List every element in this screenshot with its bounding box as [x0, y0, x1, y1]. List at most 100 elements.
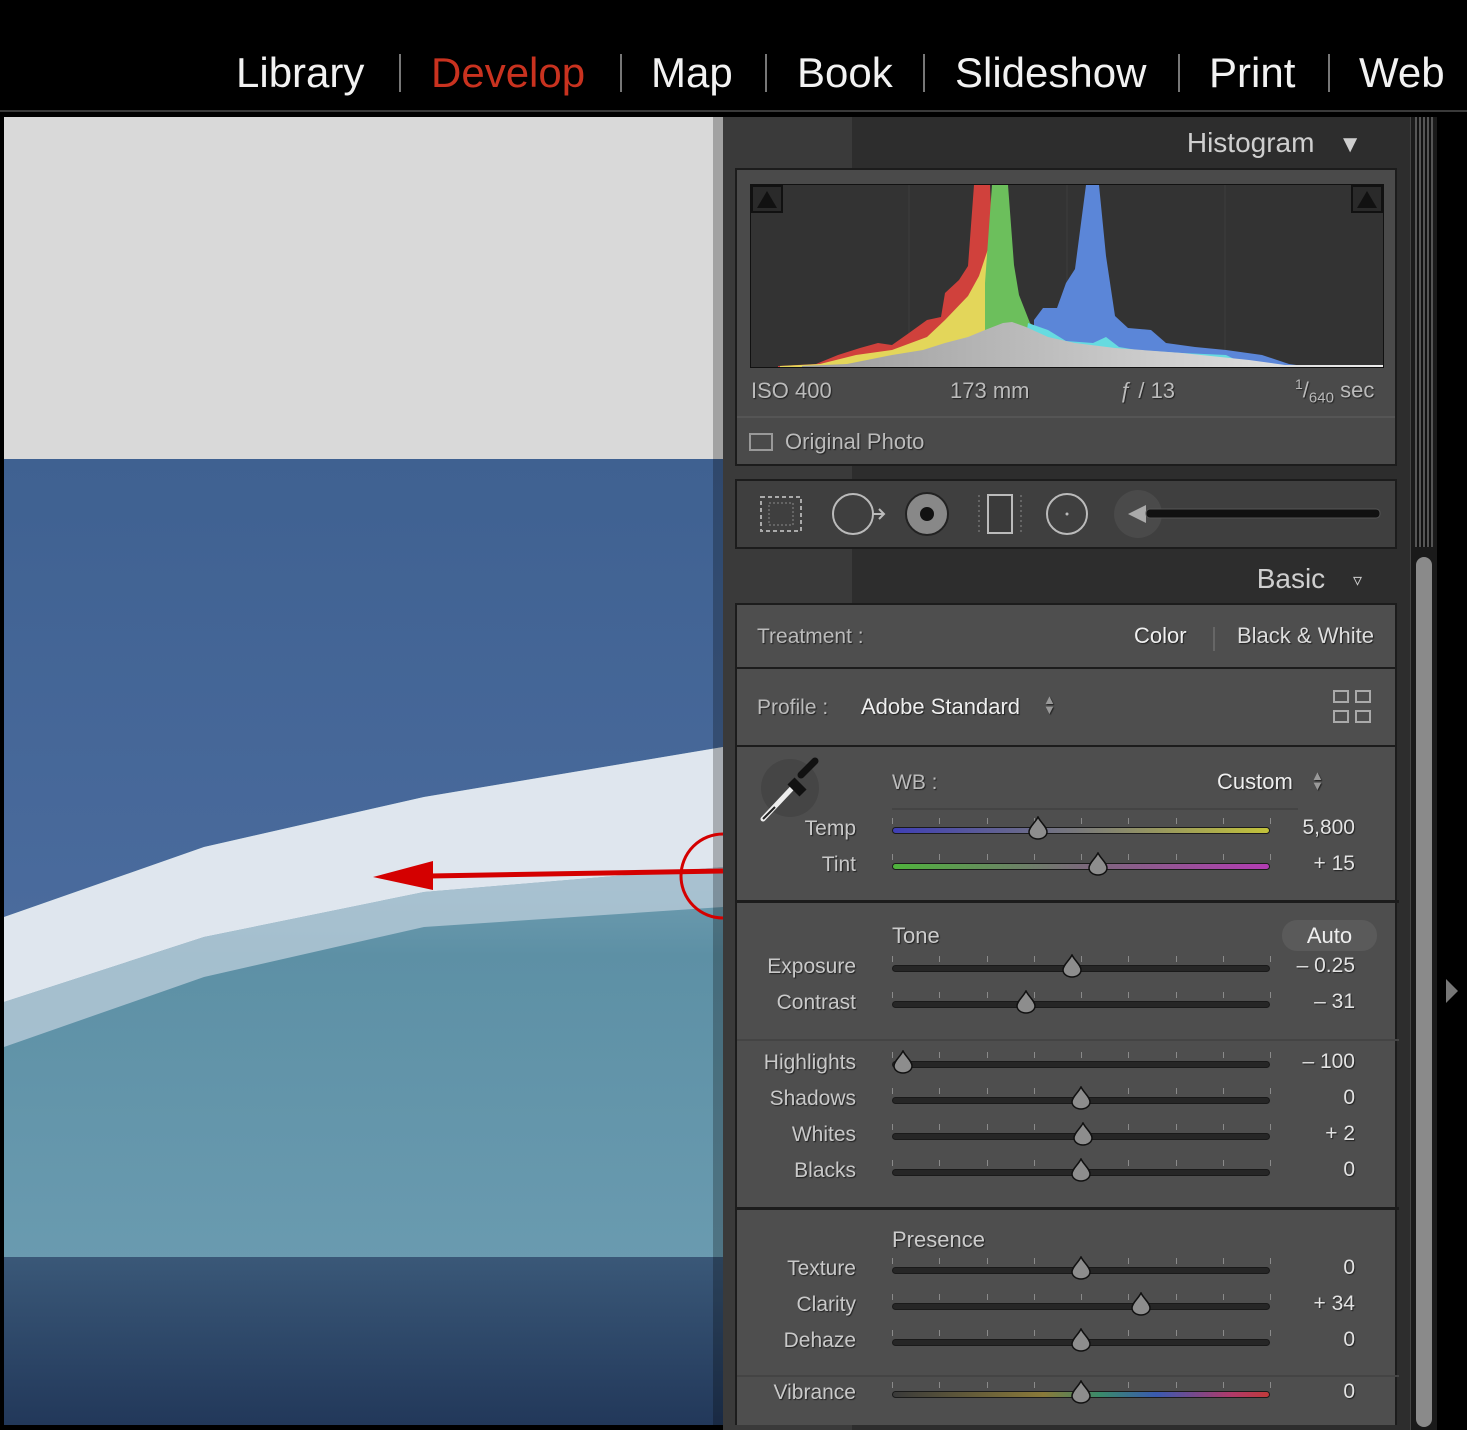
divider: [737, 416, 1395, 418]
whites-value[interactable]: + 2: [1325, 1122, 1355, 1146]
treatment-color-option[interactable]: Color: [1134, 623, 1187, 649]
original-photo-label: Original Photo: [785, 429, 925, 454]
tint-value[interactable]: + 15: [1314, 852, 1355, 876]
dehaze-value[interactable]: 0: [1343, 1328, 1355, 1352]
slider-tick: [1033, 1294, 1035, 1300]
module-book[interactable]: Book: [797, 48, 893, 98]
aperture-readout: ƒ / 13: [1120, 378, 1176, 403]
slider-tick: [1175, 1052, 1177, 1058]
dehaze-slider-thumb[interactable]: [1071, 1327, 1091, 1352]
slider-tick: [1175, 1258, 1177, 1264]
exposure-value[interactable]: – 0.25: [1297, 954, 1355, 978]
slider-tick: [1128, 818, 1130, 824]
module-divider: [1178, 54, 1180, 92]
right-edge-strip: [1437, 117, 1467, 1430]
highlight-clipping-indicator[interactable]: [1351, 185, 1383, 213]
divider: [737, 1375, 1399, 1377]
basic-header[interactable]: Basic ▿: [1257, 563, 1362, 595]
highlights-value[interactable]: – 100: [1302, 1050, 1355, 1074]
module-slideshow[interactable]: Slideshow: [955, 48, 1146, 98]
temp-slider[interactable]: [892, 827, 1270, 834]
histogram-header[interactable]: Histogram ▼: [1187, 127, 1362, 159]
slider-tick: [1222, 1088, 1224, 1094]
slider-tick: [1270, 1124, 1271, 1130]
module-map[interactable]: Map: [651, 48, 733, 98]
radial-filter-icon[interactable]: [1042, 491, 1092, 537]
slider-tick: [1033, 1382, 1035, 1388]
slider-tick: [1222, 1294, 1224, 1300]
vibrance-value[interactable]: 0: [1343, 1380, 1355, 1404]
shadow-clipping-indicator[interactable]: [751, 185, 783, 213]
temp-slider-thumb[interactable]: [1028, 815, 1048, 840]
collapse-right-panel-icon[interactable]: [1446, 979, 1458, 1003]
slider-tick: [1033, 1124, 1035, 1130]
crop-overlay-icon[interactable]: [755, 491, 807, 537]
clarity-value[interactable]: + 34: [1314, 1292, 1355, 1316]
dehaze-label: Dehaze: [783, 1329, 856, 1352]
spot-removal-icon[interactable]: [829, 491, 891, 537]
slider-tick: [1270, 1160, 1271, 1166]
collapse-triangle-icon[interactable]: ▼: [1338, 131, 1362, 158]
slider-tick: [986, 1124, 988, 1130]
red-eye-icon[interactable]: [902, 491, 952, 537]
slider-tick: [1033, 1088, 1035, 1094]
wb-dropdown[interactable]: Custom: [1217, 769, 1293, 795]
texture-value[interactable]: 0: [1343, 1256, 1355, 1280]
module-picker: Library Develop Map Book Slideshow Print…: [0, 0, 1467, 112]
contrast-slider-thumb[interactable]: [1016, 989, 1036, 1014]
clarity-slider[interactable]: [892, 1303, 1270, 1310]
white-balance-eyedropper-icon[interactable]: [755, 755, 825, 825]
slider-tick: [1270, 1258, 1271, 1264]
slider-tick: [1128, 854, 1130, 860]
divider: [1213, 627, 1215, 651]
photo-preview[interactable]: [4, 117, 723, 1425]
presence-heading: Presence: [892, 1227, 985, 1252]
slider-tick: [892, 1382, 893, 1388]
profile-row: Profile : Adobe Standard ▲ ▼: [735, 667, 1397, 747]
whites-slider-thumb[interactable]: [1073, 1121, 1093, 1146]
slider-tick: [1175, 1382, 1177, 1388]
highlights-slider-thumb[interactable]: [893, 1049, 914, 1074]
module-print[interactable]: Print: [1209, 48, 1295, 98]
vibrance-slider-thumb[interactable]: [1071, 1379, 1091, 1404]
auto-tone-button[interactable]: Auto: [1282, 920, 1377, 951]
blacks-slider-thumb[interactable]: [1071, 1157, 1091, 1182]
slider-tick: [1081, 854, 1082, 860]
tint-label: Tint: [821, 853, 856, 876]
texture-slider-thumb[interactable]: [1071, 1255, 1091, 1280]
scrollbar-thumb[interactable]: [1416, 557, 1432, 1427]
shadows-slider-thumb[interactable]: [1071, 1085, 1091, 1110]
tint-slider-thumb[interactable]: [1088, 851, 1108, 876]
dropdown-arrows-icon[interactable]: ▲ ▼: [1311, 769, 1324, 792]
tint-slider[interactable]: [892, 863, 1270, 870]
contrast-slider[interactable]: [892, 1001, 1270, 1008]
histogram-chart[interactable]: [750, 184, 1384, 368]
profile-dropdown[interactable]: Adobe Standard: [861, 694, 1020, 720]
slider-tick: [892, 854, 893, 860]
slider-tick: [939, 854, 941, 860]
slider-tick: [1175, 956, 1177, 962]
dropdown-arrows-icon[interactable]: ▲ ▼: [1043, 693, 1056, 716]
slider-tick: [1222, 818, 1224, 824]
panel-scrollbar[interactable]: [1410, 117, 1437, 1430]
module-develop[interactable]: Develop: [431, 48, 585, 98]
temp-value[interactable]: 5,800: [1302, 816, 1355, 840]
graduated-filter-icon[interactable]: [975, 491, 1025, 537]
slider-tick: [1270, 818, 1271, 824]
slider-tick: [1033, 854, 1035, 860]
highlights-slider[interactable]: [892, 1061, 1270, 1068]
slider-tick: [986, 1052, 988, 1058]
blacks-value[interactable]: 0: [1343, 1158, 1355, 1182]
contrast-value[interactable]: – 31: [1314, 990, 1355, 1014]
module-library[interactable]: Library: [236, 48, 364, 98]
module-web[interactable]: Web: [1359, 48, 1445, 98]
profile-browser-grid-icon[interactable]: [1332, 689, 1374, 725]
adjustment-brush-icon[interactable]: [1112, 489, 1392, 539]
exposure-slider-thumb[interactable]: [1062, 953, 1082, 978]
clarity-slider-thumb[interactable]: [1131, 1291, 1152, 1316]
panel-menu-icon[interactable]: ▿: [1353, 570, 1362, 590]
shadows-value[interactable]: 0: [1343, 1086, 1355, 1110]
original-photo-checkbox[interactable]: [749, 433, 773, 451]
slider-tick: [1128, 1088, 1130, 1094]
treatment-bw-option[interactable]: Black & White: [1237, 623, 1374, 649]
